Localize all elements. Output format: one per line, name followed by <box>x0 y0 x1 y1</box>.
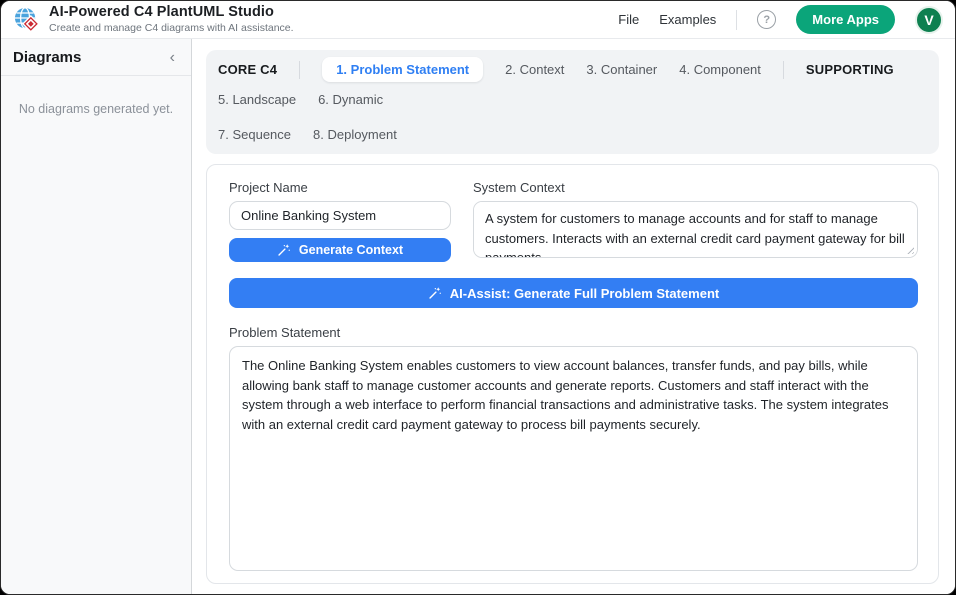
ai-assist-button[interactable]: AI-Assist: Generate Full Problem Stateme… <box>229 278 918 308</box>
content-row: Diagrams ‹ No diagrams generated yet. CO… <box>1 39 955 594</box>
tab-group-core-c4: CORE C4 <box>218 57 277 82</box>
sidebar-empty-message: No diagrams generated yet. <box>1 76 191 142</box>
tab-landscape[interactable]: 5. Landscape <box>218 87 296 112</box>
tab-component[interactable]: 4. Component <box>679 57 761 82</box>
app-logo-icon <box>13 6 40 33</box>
chevron-left-icon[interactable]: ‹ <box>166 50 179 66</box>
problem-statement-textarea[interactable]: The Online Banking System enables custom… <box>229 346 918 571</box>
app-subtitle: Create and manage C4 diagrams with AI as… <box>49 23 294 35</box>
ai-assist-label: AI-Assist: Generate Full Problem Stateme… <box>450 286 719 301</box>
project-name-column: Project Name Generate Context <box>229 180 451 262</box>
sidebar-header: Diagrams ‹ <box>1 39 191 76</box>
problem-statement-wrap: The Online Banking System enables custom… <box>229 346 918 571</box>
title-block: AI-Powered C4 PlantUML Studio Create and… <box>49 5 294 34</box>
examples-menu[interactable]: Examples <box>659 12 716 27</box>
generate-context-label: Generate Context <box>299 243 403 257</box>
app-title: AI-Powered C4 PlantUML Studio <box>49 5 294 21</box>
tab-problem-statement[interactable]: 1. Problem Statement <box>322 57 483 82</box>
magic-wand-icon <box>277 243 291 257</box>
project-name-input[interactable] <box>229 201 451 230</box>
header-actions: File Examples ? More Apps V <box>618 5 943 34</box>
file-menu[interactable]: File <box>618 12 639 27</box>
sidebar-title: Diagrams <box>13 49 81 66</box>
avatar[interactable]: V <box>915 6 943 34</box>
tab-group-supporting: SUPPORTING <box>806 57 894 82</box>
tab-deployment[interactable]: 8. Deployment <box>313 122 397 147</box>
app-window: AI-Powered C4 PlantUML Studio Create and… <box>0 0 956 595</box>
tab-dynamic[interactable]: 6. Dynamic <box>318 87 383 112</box>
problem-statement-form: Project Name Generate Context <box>206 164 939 584</box>
project-name-label: Project Name <box>229 180 451 195</box>
system-context-label: System Context <box>473 180 918 195</box>
magic-wand-icon <box>428 286 442 300</box>
system-context-column: System Context A system for customers to… <box>473 180 918 258</box>
tab-context[interactable]: 2. Context <box>505 57 564 82</box>
help-icon[interactable]: ? <box>757 10 776 29</box>
project-context-row: Project Name Generate Context <box>229 180 918 262</box>
header-divider <box>736 10 737 30</box>
tab-divider <box>299 61 300 79</box>
problem-statement-label: Problem Statement <box>229 325 918 340</box>
system-context-wrap: A system for customers to manage account… <box>473 201 918 258</box>
tabbar: CORE C4 1. Problem Statement 2. Context … <box>206 50 939 154</box>
system-context-textarea[interactable]: A system for customers to manage account… <box>473 201 918 258</box>
tab-sequence[interactable]: 7. Sequence <box>218 122 291 147</box>
more-apps-button[interactable]: More Apps <box>796 5 895 34</box>
tab-container[interactable]: 3. Container <box>586 57 657 82</box>
main-panel: CORE C4 1. Problem Statement 2. Context … <box>192 39 955 594</box>
app-header: AI-Powered C4 PlantUML Studio Create and… <box>1 1 955 39</box>
tab-divider <box>783 61 784 79</box>
generate-context-button[interactable]: Generate Context <box>229 238 451 262</box>
diagrams-sidebar: Diagrams ‹ No diagrams generated yet. <box>1 39 192 594</box>
